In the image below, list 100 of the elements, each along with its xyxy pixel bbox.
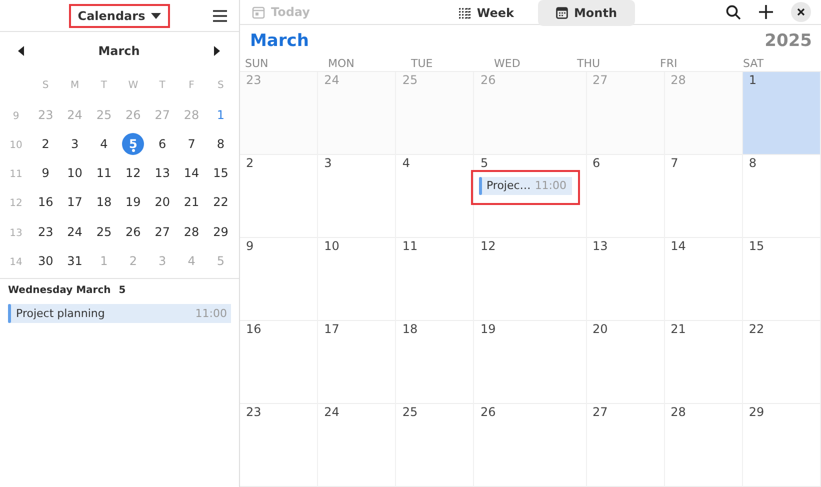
day-number[interactable]: 28 xyxy=(180,220,203,243)
day-cell[interactable]: 9 xyxy=(240,238,318,321)
day-number: 14 xyxy=(670,238,686,253)
day-cell[interactable]: 8 xyxy=(742,154,821,238)
day-number[interactable]: 25 xyxy=(92,220,115,243)
day-cell[interactable]: 6 xyxy=(586,154,665,238)
day-number[interactable]: 3 xyxy=(64,132,86,155)
month-title: March xyxy=(250,31,309,52)
week-number: 13 xyxy=(8,226,24,241)
week-number: 12 xyxy=(8,197,24,212)
day-number[interactable]: 11 xyxy=(92,162,115,184)
day-cell[interactable]: 5 Projec… 11:00 xyxy=(474,154,587,238)
event-time: 11:00 xyxy=(534,179,567,192)
day-number[interactable]: 15 xyxy=(210,162,232,184)
day-number[interactable]: 20 xyxy=(151,191,174,214)
day-number: 9 xyxy=(246,238,254,253)
day-number[interactable]: 31 xyxy=(64,250,86,272)
calendar-icon xyxy=(252,6,265,19)
day-cell[interactable]: 1 xyxy=(742,72,821,155)
day-number: 15 xyxy=(748,238,764,253)
day-cell[interactable]: 2 xyxy=(240,154,318,238)
day-number[interactable]: 26 xyxy=(122,220,144,243)
add-icon[interactable] xyxy=(759,5,773,20)
search-icon[interactable] xyxy=(726,4,741,20)
day-cell[interactable]: 3 xyxy=(318,154,396,238)
day-number: 13 xyxy=(592,238,608,253)
previous-icon[interactable] xyxy=(18,46,24,56)
weekday-label: WED xyxy=(493,56,522,71)
day-cell[interactable]: 28 xyxy=(664,404,743,487)
day-cell[interactable]: 7 xyxy=(664,154,743,238)
day-cell[interactable]: 16 xyxy=(240,320,318,404)
day-cell[interactable]: 20 xyxy=(586,320,665,404)
day-cell[interactable]: 21 xyxy=(664,320,743,404)
event-chip[interactable]: Projec… 11:00 xyxy=(479,176,572,195)
day-number: 11 xyxy=(402,238,418,253)
day-number: 17 xyxy=(324,322,340,336)
view-tab[interactable]: Month xyxy=(538,0,635,26)
day-cell[interactable]: 13 xyxy=(586,238,665,321)
day-number[interactable]: 21 xyxy=(180,191,203,214)
day-number[interactable]: 13 xyxy=(151,162,174,184)
day-cell[interactable]: 19 xyxy=(474,320,587,404)
day-cell[interactable]: 29 xyxy=(742,404,821,487)
day-number[interactable]: 7 xyxy=(180,132,203,155)
month-label: March xyxy=(98,44,140,58)
weekday-label: T xyxy=(158,79,166,94)
day-number[interactable]: 29 xyxy=(210,220,232,243)
day-cell[interactable]: 26 xyxy=(474,404,587,487)
weekday-label: T xyxy=(100,79,108,94)
day-number: 20 xyxy=(592,322,608,336)
day-number[interactable]: 23 xyxy=(34,220,57,243)
day-cell[interactable]: 27 xyxy=(586,404,665,487)
day-number[interactable]: 30 xyxy=(34,250,57,272)
day-number[interactable]: 2 xyxy=(34,132,57,155)
day-cell[interactable]: 12 xyxy=(474,238,587,321)
day-number[interactable]: 12 xyxy=(122,162,144,184)
day-number[interactable]: 14 xyxy=(180,162,203,184)
day-cell[interactable]: 17 xyxy=(318,320,396,404)
day-cell[interactable]: 24 xyxy=(318,404,396,487)
menu-icon[interactable] xyxy=(213,10,227,22)
event-item[interactable]: Project planning 11:00 xyxy=(8,304,231,324)
day-number[interactable]: 1 xyxy=(210,104,232,126)
next-icon[interactable] xyxy=(214,46,220,56)
day-cell[interactable]: 4 xyxy=(396,154,474,238)
day-cell[interactable]: 23 xyxy=(240,404,318,487)
day-number[interactable]: 17 xyxy=(64,191,86,214)
day-cell[interactable]: 15 xyxy=(742,238,821,321)
day-cell[interactable]: 11 xyxy=(396,238,474,321)
agenda-heading: Wednesday March xyxy=(8,285,111,296)
weekday-label: M xyxy=(69,79,80,94)
weekday-label: FRI xyxy=(659,56,678,71)
day-number[interactable]: 18 xyxy=(92,191,115,214)
day-number: 7 xyxy=(670,156,678,170)
event-title: Projec… xyxy=(486,179,531,192)
day-number[interactable]: 8 xyxy=(210,132,232,155)
day-number[interactable]: 10 xyxy=(64,162,86,184)
day-cell[interactable]: 22 xyxy=(742,320,821,404)
week-number: 10 xyxy=(8,138,24,153)
close-button[interactable] xyxy=(791,2,811,22)
day-number: 12 xyxy=(480,238,496,253)
day-cell[interactable]: 25 xyxy=(396,404,474,487)
view-tab[interactable]: Week xyxy=(441,0,532,26)
day-cell[interactable]: 14 xyxy=(664,238,743,321)
day-cell[interactable]: 18 xyxy=(396,320,474,404)
day-number[interactable]: 27 xyxy=(151,220,174,243)
weekday-label: SAT xyxy=(742,56,765,71)
day-number[interactable]: 5 xyxy=(122,132,144,155)
day-number[interactable]: 9 xyxy=(34,162,57,184)
weekday-label: W xyxy=(127,79,140,94)
week-number: 11 xyxy=(8,168,24,182)
calendars-button[interactable]: Calendars xyxy=(68,4,170,28)
day-number: 27 xyxy=(592,72,608,87)
day-cell[interactable]: 10 xyxy=(318,238,396,321)
day-number[interactable]: 6 xyxy=(151,132,174,155)
day-number[interactable]: 4 xyxy=(92,132,115,155)
day-number[interactable]: 22 xyxy=(210,191,232,214)
day-number: 26 xyxy=(480,404,496,419)
day-number: 16 xyxy=(246,322,262,336)
day-number[interactable]: 19 xyxy=(122,191,144,214)
day-number[interactable]: 16 xyxy=(34,191,57,214)
day-number[interactable]: 24 xyxy=(64,220,86,243)
